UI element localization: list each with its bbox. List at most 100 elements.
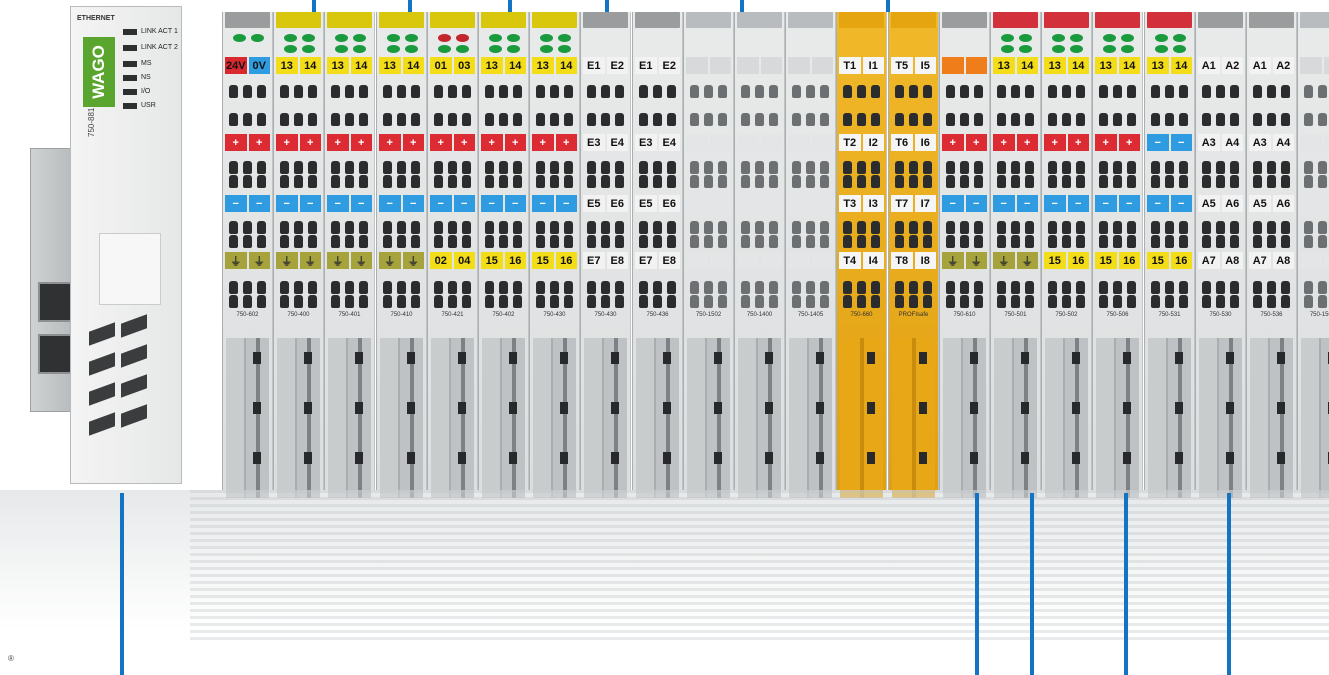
bus-contact-slot [304, 452, 312, 464]
terminal-screw-row [432, 234, 473, 248]
terminal-label-row: A5 A6 [1198, 195, 1243, 212]
module-led-block [432, 34, 473, 56]
spring-clamp-icon [410, 84, 420, 98]
spring-clamp-icon [293, 112, 303, 126]
terminal-screw-row [893, 220, 934, 234]
spring-clamp-icon [1061, 174, 1071, 188]
spring-clamp-icon [768, 112, 778, 126]
spring-clamp-icon [1010, 234, 1020, 248]
spring-clamp-icon [870, 112, 880, 126]
terminal-label-row: 13 14 [1044, 57, 1089, 74]
spring-clamp-icon [652, 112, 662, 126]
module-top-cap [635, 12, 680, 28]
spring-clamp-icon [1253, 294, 1263, 308]
spring-clamp-icon [805, 84, 815, 98]
terminal-screw-row [688, 112, 729, 126]
terminal-label: − [1147, 195, 1169, 212]
spring-clamp-icon [1304, 112, 1314, 126]
terminal-label: 24V [225, 57, 247, 74]
spring-clamp-icon [717, 160, 727, 174]
spring-clamp-icon [908, 160, 918, 174]
io-module: + + − − ⏚ ⏚ 750-610 [939, 12, 990, 498]
spring-clamp-icon [1024, 280, 1034, 294]
spring-clamp-icon [498, 234, 508, 248]
spring-clamp-icon [1048, 234, 1058, 248]
spring-clamp-icon [666, 220, 676, 234]
spring-clamp-icon [344, 112, 354, 126]
terminal-label-row: + + [379, 134, 424, 151]
terminal-label: E2 [606, 57, 628, 74]
terminal-screw-row [944, 280, 985, 294]
terminal-label-row [1300, 195, 1329, 212]
spring-clamp-icon [1151, 174, 1161, 188]
bus-contact-slot [765, 402, 773, 414]
spring-clamp-icon [703, 234, 713, 248]
terminal-screw-row [585, 84, 626, 98]
spring-clamp-icon [1229, 220, 1239, 234]
module-top-cap [430, 12, 475, 28]
terminal-screw-row [585, 280, 626, 294]
terminal-screw-row [995, 174, 1036, 188]
spring-clamp-icon [946, 174, 956, 188]
spring-clamp-icon [639, 220, 649, 234]
spring-clamp-icon [1202, 234, 1212, 248]
spring-clamp-icon [410, 160, 420, 174]
bus-contact-slot [1072, 452, 1080, 464]
terminal-label: 14 [1016, 57, 1038, 74]
terminal-screw-row [329, 84, 370, 98]
spring-clamp-icon [293, 84, 303, 98]
bus-contact-slot [714, 352, 722, 364]
spring-clamp-icon [410, 234, 420, 248]
terminal-screw-row [534, 280, 575, 294]
spring-clamp-icon [563, 280, 573, 294]
terminal-label: ⏚ [965, 252, 987, 269]
spring-clamp-icon [358, 280, 368, 294]
spring-clamp-icon [819, 280, 829, 294]
bus-contact-slot [1072, 402, 1080, 414]
terminal-label-row: T2 I2 [839, 134, 884, 151]
status-led-icon [1173, 45, 1186, 53]
module-led-block [483, 34, 524, 56]
spring-clamp-icon [690, 220, 700, 234]
spring-clamp-icon [410, 280, 420, 294]
terminal-label: A7 [1249, 252, 1271, 269]
spring-clamp-icon [741, 234, 751, 248]
spring-clamp-icon [614, 112, 624, 126]
spring-clamp-icon [410, 174, 420, 188]
terminal-label: + [965, 134, 987, 151]
status-led-icon [438, 45, 451, 53]
terminal-label-row: − − [1044, 195, 1089, 212]
spring-clamp-icon [1126, 160, 1136, 174]
spring-clamp-icon [307, 160, 317, 174]
terminal-label: E3 [583, 134, 605, 151]
spring-clamp-icon [1164, 174, 1174, 188]
spring-clamp-icon [498, 160, 508, 174]
terminal-screw-row [790, 160, 831, 174]
spring-clamp-icon [242, 294, 252, 308]
spring-clamp-icon [717, 234, 727, 248]
spring-clamp-icon [280, 220, 290, 234]
spring-clamp-icon [741, 294, 751, 308]
terminal-label [737, 252, 759, 269]
module-led-block [790, 34, 831, 56]
status-led-icon [353, 45, 366, 53]
spring-clamp-icon [652, 84, 662, 98]
spring-clamp-icon [1024, 160, 1034, 174]
spring-clamp-icon [331, 84, 341, 98]
spring-clamp-icon [1061, 160, 1071, 174]
bus-contact-slot [1277, 402, 1285, 414]
terminal-screw-row [637, 220, 678, 234]
spring-clamp-icon [1061, 84, 1071, 98]
spring-clamp-icon [447, 112, 457, 126]
module-part-number: 750-610 [953, 312, 976, 318]
terminal-screw-row [841, 174, 882, 188]
terminal-screw-row [1302, 160, 1329, 174]
terminal-label: 13 [379, 57, 401, 74]
terminal-label [737, 134, 759, 151]
terminal-screw-row [1251, 160, 1292, 174]
terminal-screw-row [432, 294, 473, 308]
status-led-icon [558, 34, 571, 42]
terminal-label-row: ⏚ ⏚ [225, 252, 270, 269]
spring-clamp-icon [717, 220, 727, 234]
terminal-screw-row [227, 174, 268, 188]
